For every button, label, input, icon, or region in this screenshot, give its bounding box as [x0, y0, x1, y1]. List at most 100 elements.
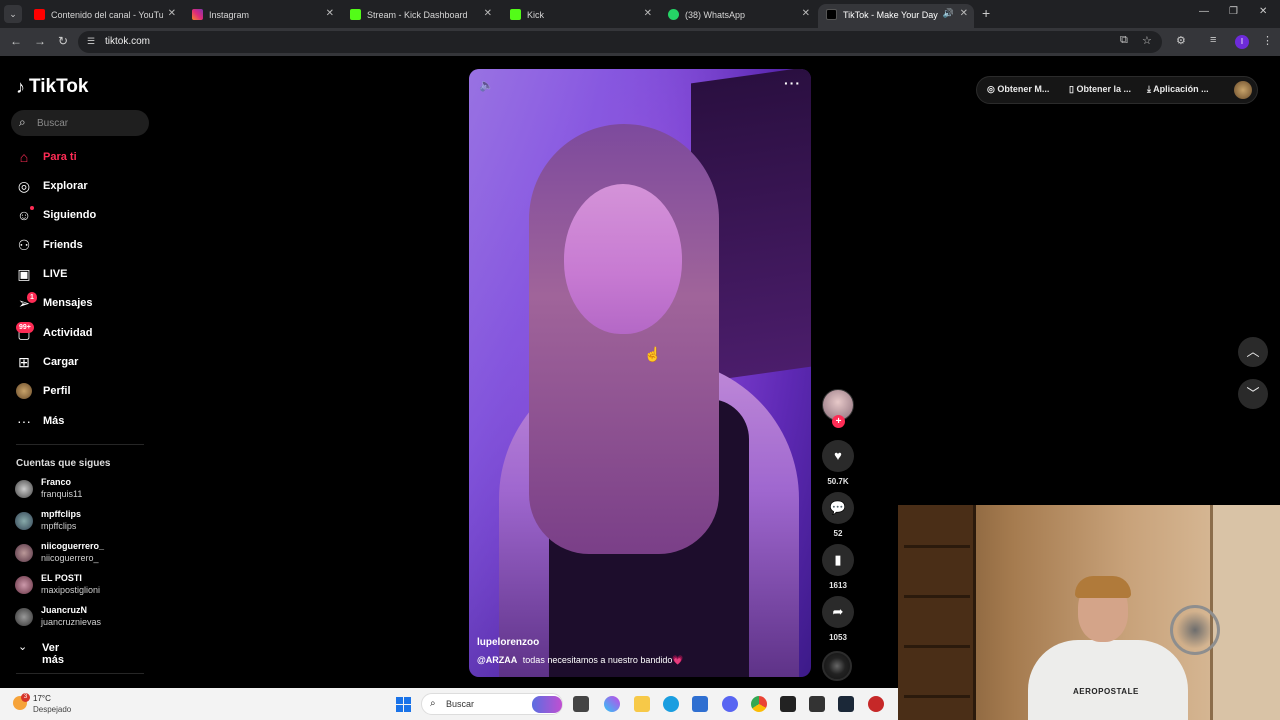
nav-para-ti[interactable]: ⌂ Para ti	[16, 147, 156, 169]
following-account[interactable]: niicoguerrero_ niicoguerrero_	[15, 541, 155, 569]
back-icon[interactable]: ←	[10, 34, 22, 48]
desktop-app-label: Aplicación ...	[1153, 84, 1209, 94]
app-notification-icon[interactable]	[868, 696, 884, 712]
home-icon: ⌂	[19, 149, 29, 165]
webcam-fan	[1170, 605, 1220, 655]
install-app-icon[interactable]: ⧉	[1120, 34, 1128, 47]
extensions-icon[interactable]: ⚙	[1176, 34, 1186, 47]
previous-video-button[interactable]: ︿	[1238, 337, 1268, 367]
music-disc-icon[interactable]	[822, 651, 852, 681]
nav-cargar[interactable]: ⊞ Cargar	[16, 352, 156, 374]
get-app-button[interactable]: ▯ Obtener la ...	[1069, 84, 1131, 95]
get-app-label: Obtener la ...	[1076, 84, 1131, 94]
desktop-app-button[interactable]: ⤓ Aplicación ...	[1147, 84, 1209, 95]
restore-icon[interactable]: ❐	[1229, 6, 1238, 17]
nav-label: Mensajes	[43, 297, 93, 309]
tab-kick[interactable]: Kick ✕	[502, 4, 658, 28]
chevron-down-icon: ⌄	[18, 641, 28, 653]
tab-search-chevron-icon[interactable]: ⌄	[4, 5, 22, 23]
new-tab-icon[interactable]: +	[982, 5, 990, 21]
account-name: JuancruzN	[41, 605, 88, 615]
close-window-icon[interactable]: ✕	[1259, 6, 1267, 17]
close-tab-icon[interactable]: ✕	[644, 8, 652, 19]
forward-icon[interactable]: →	[34, 34, 46, 48]
steam-icon[interactable]	[838, 696, 854, 712]
share-button[interactable]: ➦	[822, 596, 854, 628]
obs-icon[interactable]	[780, 696, 796, 712]
save-button[interactable]: ▮	[822, 544, 854, 576]
more-options-icon[interactable]: ···	[784, 75, 801, 91]
close-tab-icon[interactable]: ✕	[168, 8, 176, 19]
close-tab-icon[interactable]: ✕	[960, 8, 968, 19]
messages-badge: 1	[27, 292, 37, 303]
get-coins-button[interactable]: ◎ Obtener M...	[987, 84, 1049, 95]
volume-icon[interactable]: 🔈	[479, 78, 494, 92]
following-account[interactable]: mpffclips mpffclips	[15, 509, 155, 537]
tab-title: TikTok - Make Your Day	[843, 10, 938, 20]
nav-mensajes[interactable]: ➢ 1 Mensajes	[16, 292, 156, 315]
site-info-icon[interactable]: ☰	[87, 36, 95, 47]
instagram-icon	[192, 9, 203, 20]
nav-mas[interactable]: ··· Más	[16, 411, 156, 433]
close-tab-icon[interactable]: ✕	[484, 8, 492, 19]
tab-whatsapp[interactable]: (38) WhatsApp ✕	[660, 4, 816, 28]
tab-youtube[interactable]: Contenido del canal - YouTube ✕	[26, 4, 182, 28]
video-player[interactable]: 🔈 ··· lupelorenzoo @ARZAA todas necesita…	[469, 69, 811, 677]
close-tab-icon[interactable]: ✕	[802, 8, 810, 19]
tiktok-note-icon: ♪	[16, 76, 25, 97]
nav-perfil[interactable]: Perfil	[16, 381, 156, 403]
tab-kick-dashboard[interactable]: Stream - Kick Dashboard ✕	[342, 4, 498, 28]
close-tab-icon[interactable]: ✕	[326, 8, 334, 19]
friends-icon: ⚇	[17, 237, 31, 253]
avatar	[15, 576, 33, 594]
nav-live[interactable]: ▣ LIVE	[16, 264, 156, 286]
address-bar[interactable]: ☰ tiktok.com	[78, 31, 1162, 53]
top-actions-bar: ◎ Obtener M... ▯ Obtener la ... ⤓ Aplica…	[976, 76, 1258, 104]
copilot-icon[interactable]	[604, 696, 620, 712]
nav-actividad[interactable]: ▢ 99+ Actividad	[16, 322, 156, 345]
user-avatar[interactable]	[1234, 81, 1252, 99]
browser-profile-avatar[interactable]: I	[1235, 35, 1249, 49]
nav-label: Siguiendo	[43, 209, 97, 221]
nav-explorar[interactable]: ◎ Explorar	[16, 176, 156, 198]
nav-friends[interactable]: ⚇ Friends	[16, 235, 156, 257]
tab-tiktok[interactable]: TikTok - Make Your Day 🔊 ✕	[818, 4, 974, 28]
audio-playing-icon[interactable]: 🔊	[943, 8, 954, 19]
chrome-icon[interactable]	[751, 696, 767, 712]
video-subject-face	[564, 184, 682, 334]
following-account[interactable]: JuancruzN juancruznievas	[15, 605, 155, 633]
tab-title: (38) WhatsApp	[685, 10, 746, 20]
activity-badge: 99+	[16, 322, 34, 333]
store-icon[interactable]	[692, 696, 708, 712]
task-view-icon[interactable]	[573, 696, 589, 712]
nav-siguiendo[interactable]: ☺ Siguiendo	[16, 205, 156, 227]
like-button[interactable]: ♥	[822, 440, 854, 472]
app-icon[interactable]	[809, 696, 825, 712]
file-explorer-icon[interactable]	[634, 696, 650, 712]
sidebar-divider	[16, 673, 144, 674]
account-handle: niicoguerrero_	[41, 553, 99, 563]
comment-button[interactable]: 💬	[822, 492, 854, 524]
bookmark-star-icon[interactable]: ☆	[1142, 34, 1152, 47]
caption-mention[interactable]: @ARZAA	[477, 655, 517, 665]
browser-menu-icon[interactable]: ⋮	[1262, 34, 1273, 47]
caption-text: todas necesitamos a nuestro bandido💗	[522, 655, 684, 665]
next-video-button[interactable]: ﹀	[1238, 379, 1268, 409]
tab-instagram[interactable]: Instagram ✕	[184, 4, 340, 28]
tiktok-logo[interactable]: ♪ TikTok	[16, 76, 88, 98]
search-input[interactable]: ⌕ Buscar	[11, 110, 149, 136]
discord-icon[interactable]	[722, 696, 738, 712]
following-account[interactable]: Franco franquis11	[15, 477, 155, 505]
logo-text: TikTok	[29, 76, 89, 97]
minimize-icon[interactable]: —	[1199, 6, 1209, 17]
reload-icon[interactable]: ↻	[58, 34, 68, 48]
webcam-cap	[1075, 576, 1131, 598]
media-controls-icon[interactable]: ≡	[1210, 34, 1216, 46]
edge-icon[interactable]	[663, 696, 679, 712]
video-author[interactable]: lupelorenzoo	[477, 637, 539, 648]
follow-plus-icon[interactable]: +	[832, 415, 845, 428]
taskbar-search[interactable]: ⌕ Buscar	[421, 693, 563, 715]
windows-start-icon[interactable]	[396, 697, 411, 712]
account-handle: maxipostiglioni	[41, 585, 101, 595]
following-account[interactable]: EL POSTI maxipostiglioni	[15, 573, 155, 601]
